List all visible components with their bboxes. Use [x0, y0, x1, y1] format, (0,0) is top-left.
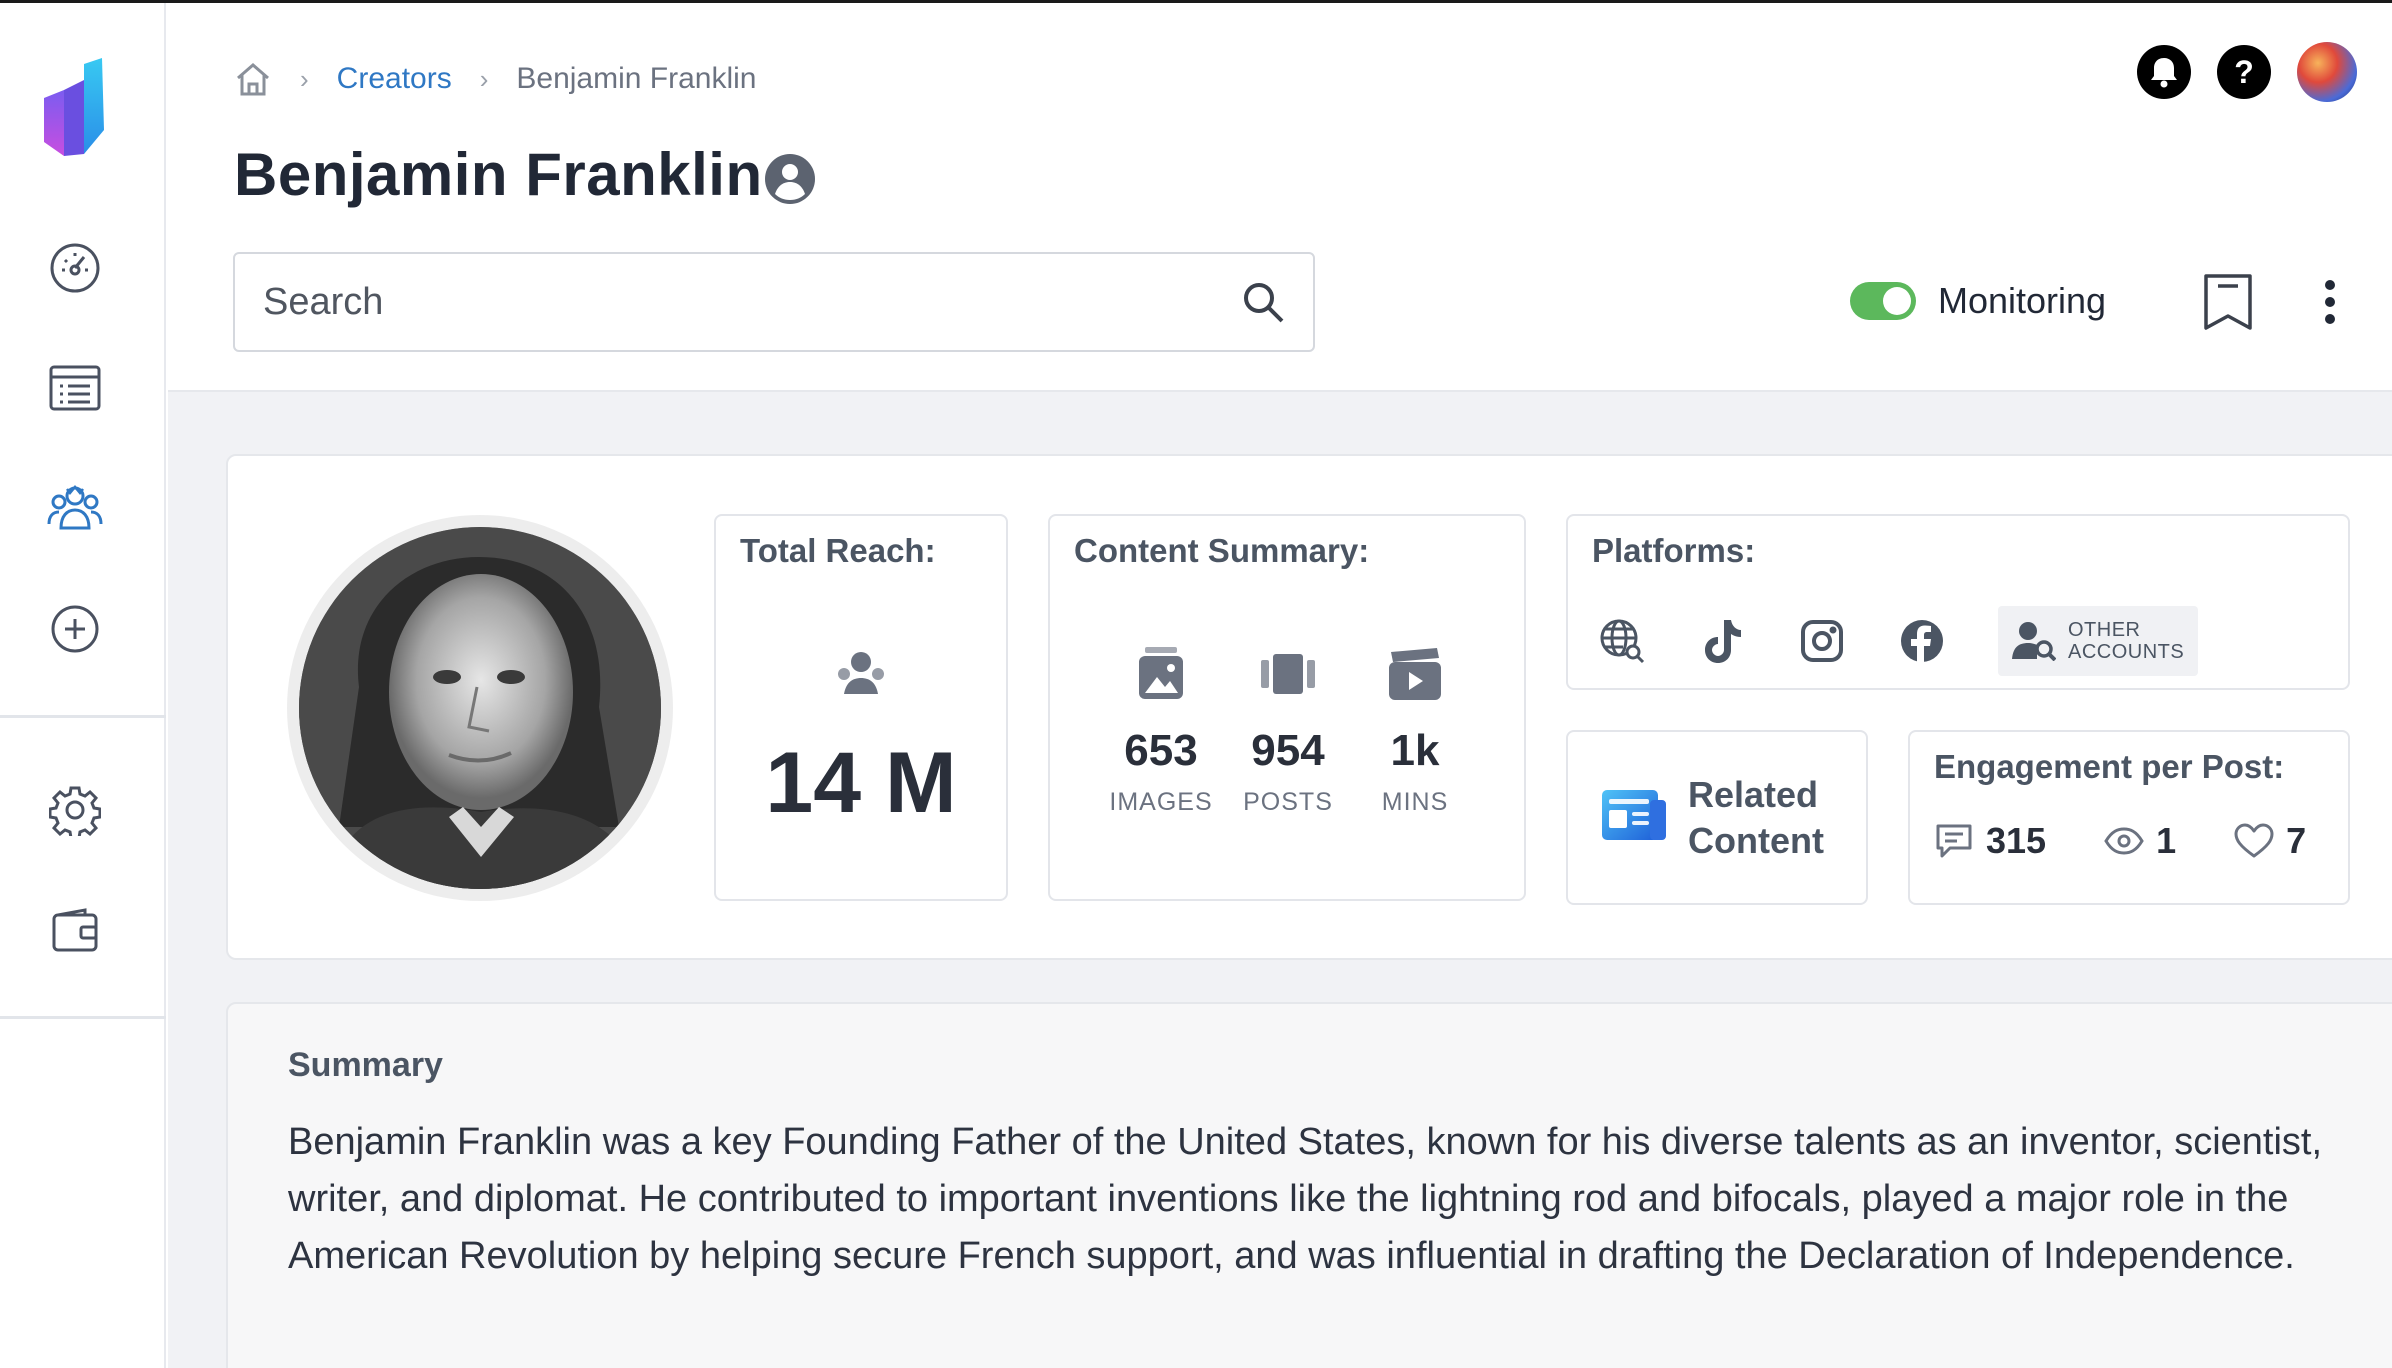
- dot: [2325, 280, 2335, 290]
- dot: [2325, 314, 2335, 324]
- likes-stat: 7: [2234, 820, 2306, 862]
- sidebar-item-settings[interactable]: [45, 780, 105, 840]
- more-options-button[interactable]: [2310, 274, 2350, 330]
- gear-icon: [49, 786, 101, 836]
- monitoring-control: Monitoring: [1850, 280, 2106, 322]
- comment-icon: [1936, 824, 1972, 858]
- notifications-button[interactable]: [2137, 45, 2191, 99]
- sidebar-divider: [0, 1016, 166, 1019]
- images-stat: 653 IMAGES: [1106, 644, 1216, 817]
- related-content-button[interactable]: Related Content: [1566, 730, 1868, 905]
- home-icon[interactable]: [234, 61, 272, 97]
- tiktok-link[interactable]: [1698, 617, 1746, 665]
- breadcrumb: › Creators › Benjamin Franklin: [234, 56, 757, 102]
- question-icon: ?: [2234, 53, 2254, 90]
- facebook-icon: [1901, 620, 1943, 663]
- dashboard-gauge-icon: [50, 243, 100, 293]
- list-icon: [49, 365, 101, 411]
- bookmark-button[interactable]: [2200, 272, 2256, 332]
- facebook-link[interactable]: [1898, 617, 1946, 665]
- comments-value: 315: [1986, 820, 2047, 861]
- add-circle-icon: [51, 605, 99, 653]
- views-stat: 1: [2104, 820, 2176, 862]
- page-title: Benjamin Franklin: [234, 141, 763, 208]
- other-accounts-button[interactable]: OTHER ACCOUNTS: [1998, 606, 2199, 676]
- images-icon: [1139, 647, 1183, 699]
- search-bar: [233, 252, 1315, 352]
- related-line1: Related: [1688, 774, 1819, 815]
- breadcrumb-separator: ›: [479, 63, 489, 94]
- window-top-border: [0, 0, 2392, 3]
- engagement-card: Engagement per Post: 315 1 7: [1908, 730, 2350, 905]
- engagement-stats: 315 1 7: [1934, 820, 2306, 862]
- images-unit: IMAGES: [1109, 788, 1213, 816]
- total-reach-card: Total Reach: 14 M: [714, 514, 1008, 901]
- sidebar: [0, 3, 166, 1368]
- creator-portrait: [287, 515, 673, 901]
- top-right-actions: ?: [2137, 42, 2357, 102]
- other-accounts-line1: OTHER: [2068, 619, 2141, 641]
- total-reach-value: 14 M: [765, 735, 957, 831]
- website-link[interactable]: [1598, 617, 1646, 665]
- wallet-icon: [52, 908, 98, 952]
- posts-unit: POSTS: [1243, 788, 1333, 816]
- related-line2: Content: [1688, 820, 1824, 861]
- user-circle-icon: [763, 152, 817, 206]
- creator-photo: [299, 527, 661, 889]
- web-search-icon: [1600, 619, 1645, 664]
- search-input[interactable]: [263, 280, 1241, 324]
- creators-group-icon: [47, 485, 103, 530]
- breadcrumb-separator: ›: [300, 63, 309, 94]
- content-summary-title: Content Summary:: [1074, 532, 1370, 569]
- bell-icon: [2151, 58, 2177, 88]
- views-value: 1: [2156, 820, 2177, 861]
- platforms-title: Platforms:: [1592, 532, 1756, 569]
- instagram-icon: [1801, 620, 1843, 662]
- user-search-icon: [2012, 622, 2056, 661]
- breadcrumb-creators-link[interactable]: Creators: [337, 62, 452, 96]
- sidebar-item-dashboard[interactable]: [45, 238, 105, 298]
- minutes-count: 1k: [1390, 726, 1440, 775]
- summary-title: Summary: [288, 1046, 443, 1084]
- audience-icon: [834, 650, 888, 701]
- user-avatar[interactable]: [2297, 42, 2357, 102]
- sidebar-item-content-list[interactable]: [45, 358, 105, 418]
- platforms-card: Platforms: OTHER ACCOUNTS: [1566, 514, 2350, 690]
- images-count: 653: [1124, 726, 1198, 775]
- engagement-title: Engagement per Post:: [1934, 748, 2285, 785]
- minutes-unit: MINS: [1381, 788, 1449, 816]
- search-icon[interactable]: [1241, 280, 1285, 324]
- related-content-label: Related Content: [1688, 772, 1848, 864]
- monitoring-toggle[interactable]: [1850, 282, 1916, 320]
- total-reach-title: Total Reach:: [740, 532, 936, 569]
- sidebar-item-wallet[interactable]: [45, 900, 105, 960]
- news-icon: [1602, 786, 1666, 847]
- breadcrumb-current: Benjamin Franklin: [516, 62, 757, 95]
- posts-icon: [1261, 654, 1315, 694]
- monitoring-label: Monitoring: [1938, 280, 2107, 321]
- posts-count: 954: [1251, 726, 1325, 775]
- dot: [2325, 297, 2335, 307]
- tiktok-icon: [1705, 620, 1741, 663]
- video-icon: [1389, 648, 1441, 700]
- heart-icon: [2234, 823, 2274, 858]
- posts-stat: 954 POSTS: [1233, 644, 1343, 817]
- app-logo[interactable]: [40, 58, 110, 158]
- minutes-stat: 1k MINS: [1360, 644, 1470, 817]
- platforms-list: OTHER ACCOUNTS: [1598, 606, 2199, 676]
- sidebar-item-add[interactable]: [45, 599, 105, 659]
- other-accounts-line2: ACCOUNTS: [2068, 641, 2185, 663]
- instagram-link[interactable]: [1798, 617, 1846, 665]
- bookmark-icon: [2204, 274, 2252, 330]
- sidebar-divider: [0, 715, 166, 718]
- likes-value: 7: [2286, 820, 2307, 861]
- help-button[interactable]: ?: [2217, 45, 2271, 99]
- sidebar-item-creators[interactable]: [45, 478, 105, 538]
- summary-text: Benjamin Franklin was a key Founding Fat…: [288, 1121, 2323, 1277]
- summary-card: Summary Benjamin Franklin was a key Foun…: [226, 1002, 2392, 1368]
- content-summary-card: Content Summary: 653 IMAGES 954 POSTS 1k…: [1048, 514, 1526, 901]
- eye-icon: [2104, 827, 2144, 855]
- comments-stat: 315: [1934, 820, 2046, 862]
